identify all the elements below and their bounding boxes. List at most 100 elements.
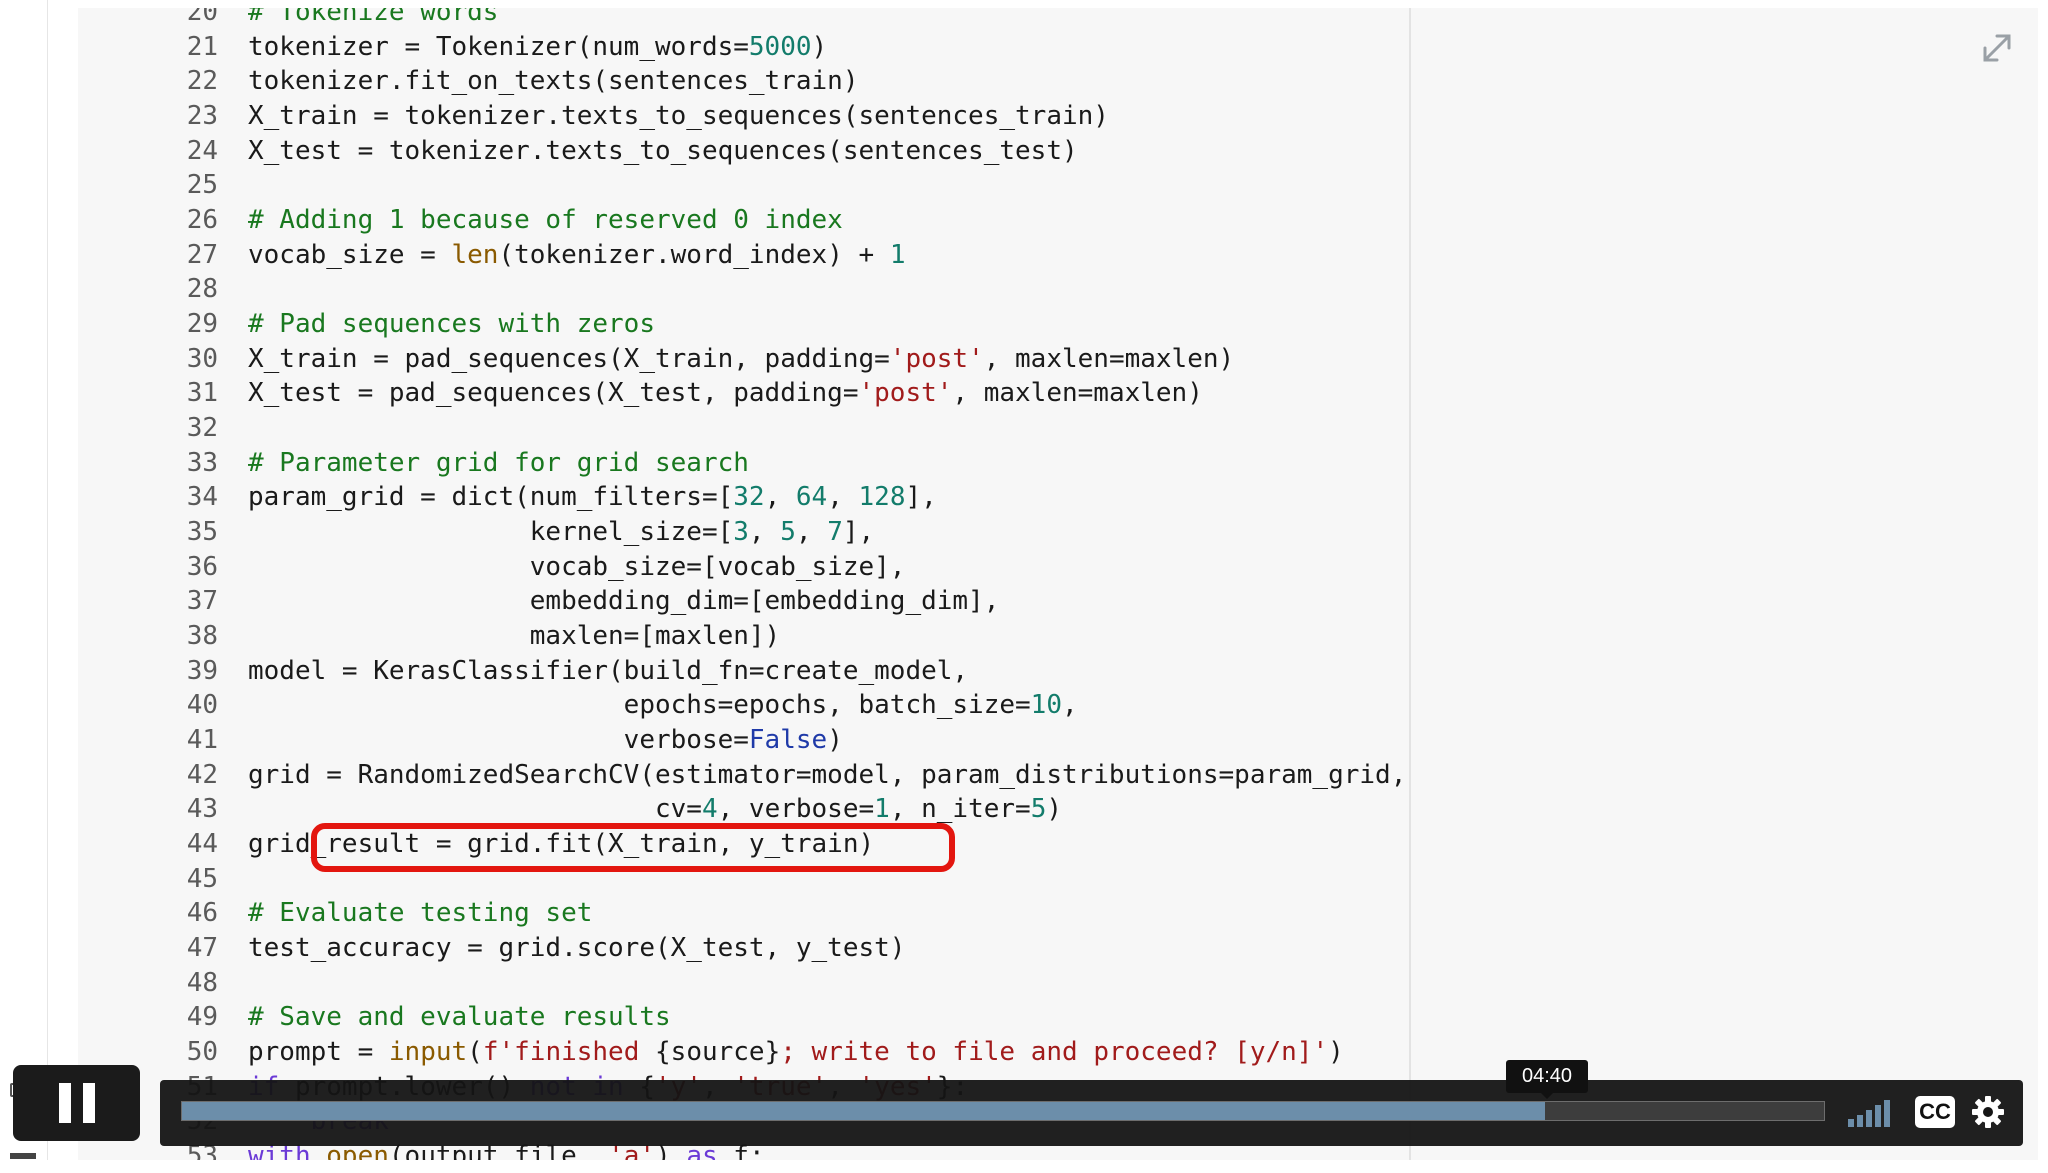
code-token: param_grid = dict(num_filters=[ — [248, 482, 734, 513]
code-token: f'finished — [482, 1037, 656, 1068]
code-text: X_train = tokenizer.texts_to_sequences(s… — [248, 99, 1109, 133]
line-number: 33 — [186, 447, 218, 478]
side-indicator-bar — [10, 1153, 36, 1159]
line-number: 21 — [186, 31, 218, 62]
code-text: param_grid = dict(num_filters=[32, 64, 1… — [248, 480, 937, 514]
code-token: test_accuracy = grid.score(X_test, y_tes… — [248, 933, 906, 964]
line-number: 43 — [186, 794, 218, 825]
code-text: # Pad sequences with zeros — [248, 307, 655, 341]
code-text: model = KerasClassifier(build_fn=create_… — [248, 654, 968, 688]
line-number: 35 — [186, 517, 218, 548]
code-token: , maxlen=maxlen) — [983, 343, 1235, 374]
code-token: 32 — [733, 482, 765, 513]
code-text: vocab_size=[vocab_size], — [248, 550, 906, 584]
code-token: 5 — [1030, 794, 1047, 825]
code-token: ) — [1046, 794, 1063, 825]
code-text: maxlen=[maxlen]) — [248, 619, 780, 653]
line-number: 32 — [186, 413, 218, 444]
code-token: # Save and evaluate results — [248, 1002, 671, 1033]
editor-column-divider — [1409, 8, 1411, 1160]
line-number: 41 — [186, 725, 218, 756]
gear-icon[interactable] — [1970, 1094, 2006, 1130]
code-token: grid = RandomizedSearchCV(estimator=mode… — [248, 759, 1407, 790]
line-number: 46 — [186, 898, 218, 929]
code-token: 128 — [858, 482, 906, 513]
line-number: 22 — [186, 66, 218, 97]
code-token: ], — [905, 482, 937, 513]
code-text: tokenizer = Tokenizer(num_words=5000) — [248, 30, 827, 64]
volume-icon[interactable] — [1848, 1097, 1898, 1127]
code-text: # Evaluate testing set — [248, 896, 592, 930]
timestamp-tooltip: 04:40 — [1506, 1060, 1588, 1093]
line-number: 24 — [186, 135, 218, 166]
code-token: verbose= — [248, 725, 749, 756]
code-token: ) — [827, 725, 843, 756]
pause-button[interactable] — [13, 1065, 140, 1141]
code-token: maxlen=[maxlen]) — [248, 621, 781, 652]
code-token: model = KerasClassifier(build_fn=create_… — [248, 655, 969, 686]
expand-icon[interactable] — [1977, 28, 2017, 68]
code-token: , — [764, 482, 796, 513]
code-token: , verbose= — [717, 794, 875, 825]
line-number: 29 — [186, 309, 218, 340]
line-number: 34 — [186, 482, 218, 513]
code-text: kernel_size=[3, 5, 7], — [248, 515, 874, 549]
code-token: 7 — [827, 517, 843, 548]
code-token: epochs=epochs, batch_size= — [248, 690, 1031, 721]
code-token: (tokenizer.word_index) + — [498, 239, 890, 270]
code-text: verbose=False) — [248, 723, 843, 757]
code-editor[interactable]: 20 # Tokenize words 21 tokenizer = Tokenize… — [78, 8, 2038, 1160]
code-text: # Tokenize words — [248, 8, 498, 29]
code-token: 5 — [780, 517, 796, 548]
pause-icon — [59, 1083, 95, 1123]
line-number: 38 — [186, 621, 218, 652]
code-token: embedding_dim=[embedding_dim], — [248, 586, 1000, 617]
code-token: , maxlen=maxlen) — [952, 378, 1203, 409]
code-token: , — [748, 517, 781, 548]
line-number: 40 — [186, 690, 218, 721]
code-token: X_test = pad_sequences(X_test, padding= — [248, 378, 859, 409]
code-token: # Adding 1 because of reserved 0 index — [248, 205, 843, 236]
code-token: cv= — [248, 794, 702, 825]
line-number: 30 — [186, 343, 218, 374]
code-token: , — [827, 482, 859, 513]
line-number: 39 — [186, 655, 218, 686]
line-number: 25 — [186, 170, 218, 201]
line-number: 23 — [186, 101, 218, 131]
code-token: 64 — [795, 482, 828, 513]
code-text: X_train = pad_sequences(X_train, padding… — [248, 342, 1234, 376]
code-token: 4 — [701, 794, 718, 825]
progress-fill — [182, 1102, 1545, 1120]
progress-bar[interactable] — [181, 1101, 1825, 1121]
code-token: len — [451, 239, 499, 270]
tooltip-caret — [1541, 1093, 1553, 1099]
line-number: 26 — [186, 205, 218, 236]
code-token: tokenizer = Tokenizer(num_words= — [248, 31, 749, 62]
code-token: 1 — [889, 239, 906, 270]
code-token: X_test = tokenizer.texts_to_sequences(se… — [248, 135, 1078, 166]
code-text: test_accuracy = grid.score(X_test, y_tes… — [248, 931, 905, 965]
code-token: 3 — [733, 517, 749, 548]
code-text: prompt = input(f'finished {source}; writ… — [248, 1035, 1344, 1069]
code-text: vocab_size = len(tokenizer.word_index) +… — [248, 238, 905, 272]
code-token: prompt = — [248, 1037, 389, 1068]
code-token: 10 — [1030, 690, 1062, 721]
code-text: X_test = tokenizer.texts_to_sequences(se… — [248, 134, 1078, 168]
code-token: , n_iter= — [889, 794, 1031, 825]
code-text: cv=4, verbose=1, n_iter=5) — [248, 792, 1062, 826]
video-control-bar: CC — [160, 1080, 2023, 1146]
code-text: epochs=epochs, batch_size=10, — [248, 688, 1078, 722]
code-token: kernel_size=[ — [248, 517, 734, 548]
code-token: tokenizer.fit_on_texts(sentences_train) — [248, 66, 859, 97]
highlight-annotation — [311, 823, 955, 872]
cc-icon[interactable]: CC — [1915, 1096, 1955, 1128]
code-token: ) — [1328, 1037, 1344, 1068]
code-text: tokenizer.fit_on_texts(sentences_train) — [248, 64, 858, 98]
code-token: False — [748, 725, 828, 756]
line-number: 48 — [186, 967, 218, 998]
code-token: ], — [842, 517, 875, 548]
line-number: 27 — [186, 239, 218, 270]
line-number: 44 — [186, 829, 218, 860]
code-token: ) — [811, 31, 828, 62]
code-token: 1 — [874, 794, 890, 825]
